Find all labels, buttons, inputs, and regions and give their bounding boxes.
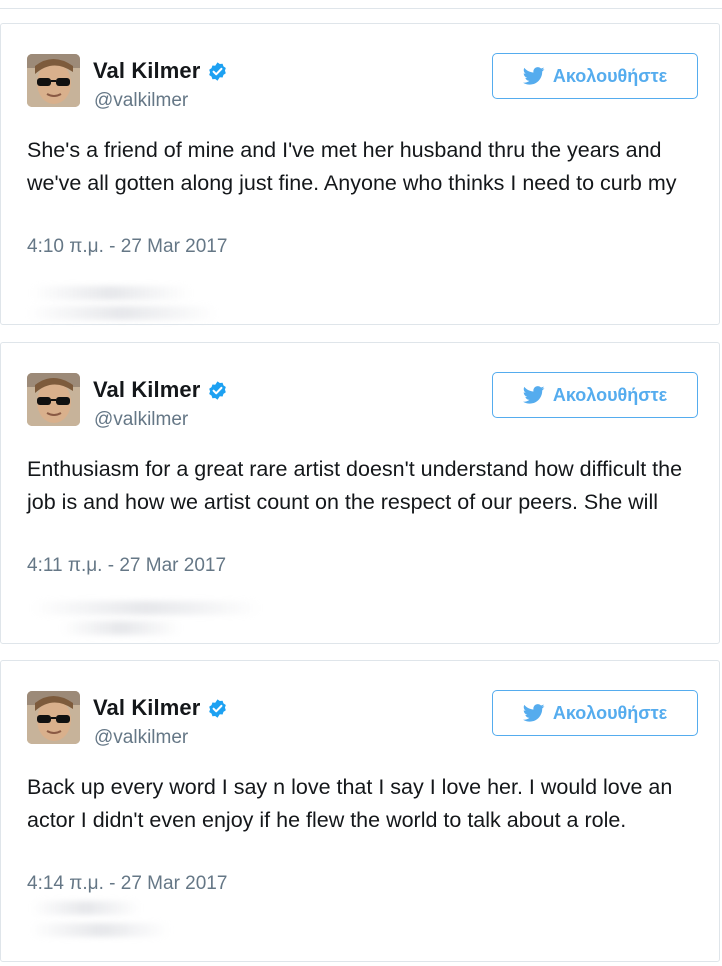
tweet-timestamp[interactable]: 4:10 π.μ. - 27 Mar 2017 — [27, 236, 227, 258]
author-handle[interactable]: @valkilmer — [94, 727, 188, 749]
avatar[interactable] — [27, 691, 80, 744]
follow-label: Ακολουθήστε — [552, 702, 668, 723]
author-row: Val Kilmer — [93, 377, 228, 403]
twitter-bird-icon — [522, 386, 545, 404]
author-handle[interactable]: @valkilmer — [94, 90, 188, 112]
author-row: Val Kilmer — [93, 695, 228, 721]
top-divider — [0, 0, 722, 9]
verified-badge-icon — [209, 698, 227, 718]
tweet-card: Val Kilmer @valkilmer Ακολουθήστε Back u… — [0, 660, 720, 962]
tweet-text: Back up every word I say n love that I s… — [27, 775, 673, 832]
blurred-area — [31, 901, 141, 915]
blurred-area — [31, 923, 171, 937]
author-name[interactable]: Val Kilmer — [93, 695, 200, 721]
twitter-bird-icon — [522, 67, 545, 85]
follow-label: Ακολουθήστε — [552, 65, 668, 86]
blurred-area — [61, 621, 181, 635]
follow-button[interactable]: Ακολουθήστε — [492, 372, 698, 418]
follow-label: Ακολουθήστε — [552, 384, 668, 405]
author-row: Val Kilmer — [93, 58, 228, 84]
tweet-card: Val Kilmer @valkilmer Ακολουθήστε She's … — [0, 23, 720, 325]
blurred-area — [31, 286, 191, 300]
tweet-timestamp[interactable]: 4:14 π.μ. - 27 Mar 2017 — [27, 873, 227, 895]
verified-badge-icon — [209, 61, 227, 81]
follow-button[interactable]: Ακολουθήστε — [492, 53, 698, 99]
author-handle[interactable]: @valkilmer — [94, 409, 188, 431]
tweet-text: She's a friend of mine and I've met her … — [27, 138, 677, 195]
verified-badge-icon — [209, 380, 227, 400]
author-name[interactable]: Val Kilmer — [93, 377, 200, 403]
blurred-area — [31, 601, 261, 615]
avatar[interactable] — [27, 373, 80, 426]
twitter-bird-icon — [522, 704, 545, 722]
blurred-area — [27, 306, 217, 320]
follow-button[interactable]: Ακολουθήστε — [492, 690, 698, 736]
tweet-card: Val Kilmer @valkilmer Ακολουθήστε Enthus… — [0, 342, 720, 644]
author-name[interactable]: Val Kilmer — [93, 58, 200, 84]
tweet-timestamp[interactable]: 4:11 π.μ. - 27 Mar 2017 — [27, 555, 226, 577]
avatar[interactable] — [27, 54, 80, 107]
tweet-text: Enthusiasm for a great rare artist doesn… — [27, 457, 683, 514]
